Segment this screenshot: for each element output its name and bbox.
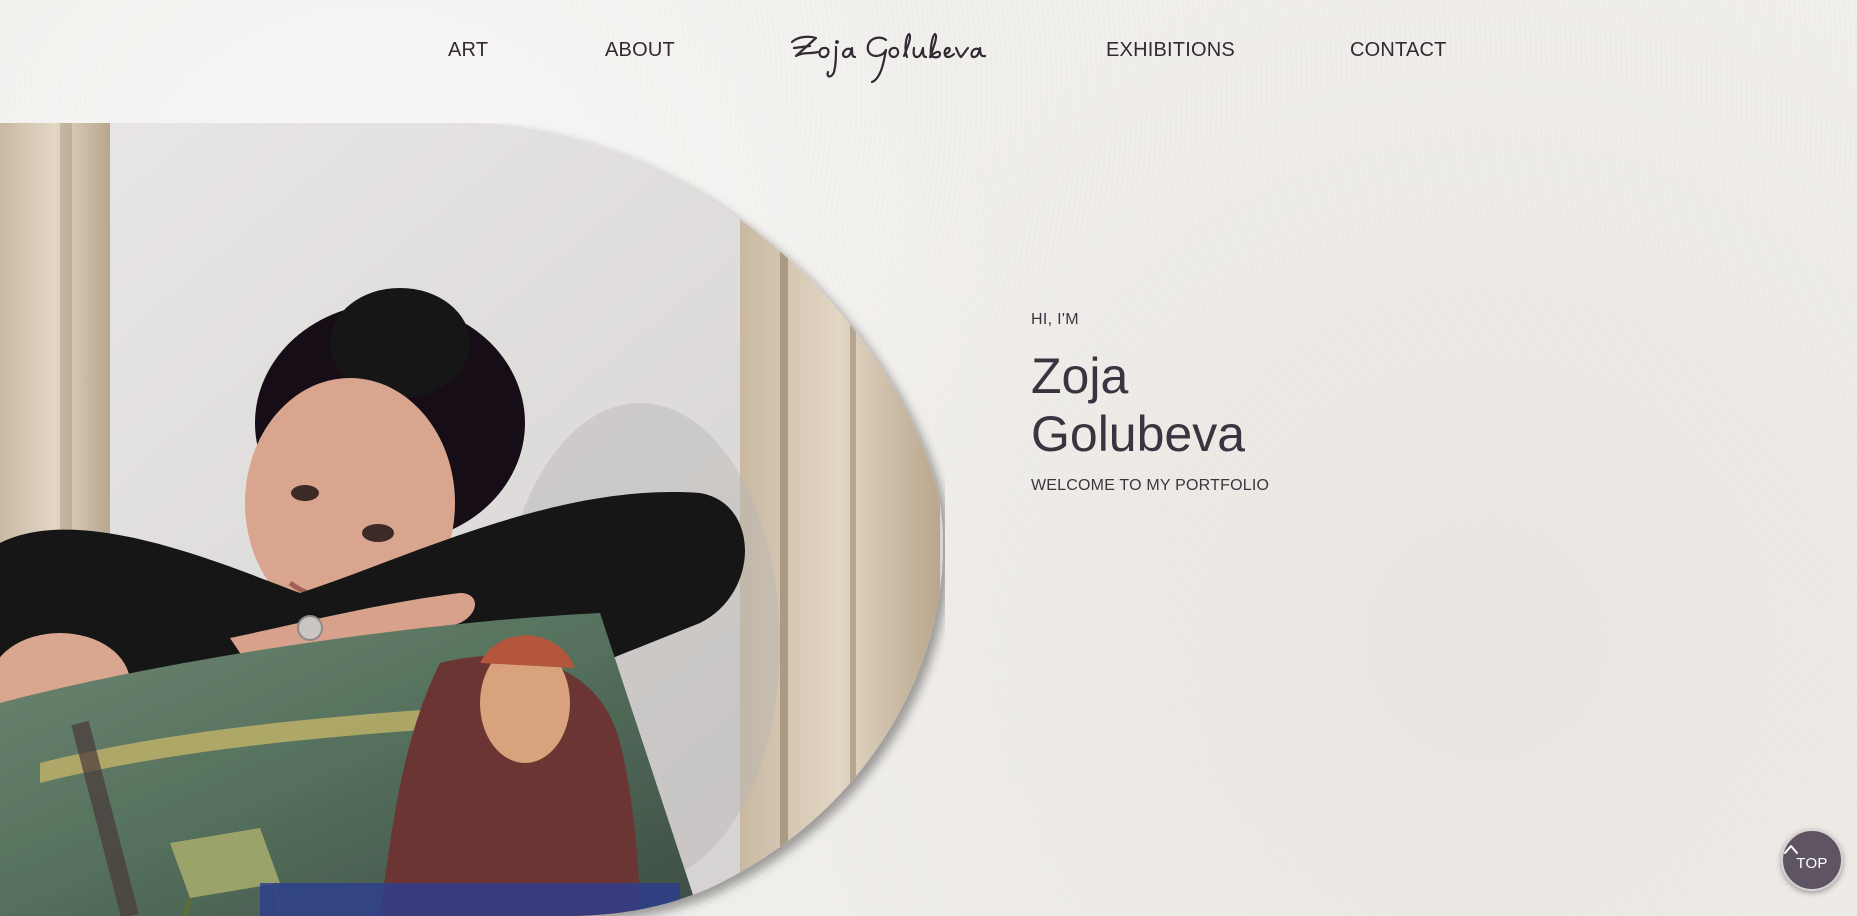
- site-logo[interactable]: [788, 28, 988, 90]
- main-nav: ART ABOUT EXHIBITIONS CONTACT: [0, 0, 1857, 100]
- nav-exhibitions-link[interactable]: EXHIBITIONS: [1106, 39, 1235, 62]
- scroll-to-top-button[interactable]: TOP: [1781, 829, 1843, 891]
- artist-name: Zoja Golubeva: [1031, 347, 1431, 463]
- artist-first-name: Zoja: [1031, 348, 1129, 404]
- chevron-up-icon: [1784, 845, 1798, 854]
- welcome-subtitle: WELCOME TO MY PORTFOLIO: [1031, 477, 1270, 494]
- signature-logo: [790, 32, 987, 84]
- artist-last-name: Golubeva: [1031, 406, 1246, 462]
- nav-about-link[interactable]: ABOUT: [605, 39, 675, 62]
- greeting-text: HI, I'M: [1031, 311, 1079, 328]
- top-button-label: TOP: [1796, 855, 1828, 872]
- artist-portrait-photo: [0, 123, 945, 916]
- nav-contact-link[interactable]: CONTACT: [1350, 39, 1447, 62]
- hero-intro: HI, I'M Zoja Golubeva WELCOME TO MY PORT…: [1031, 311, 1431, 495]
- nav-art-link[interactable]: ART: [448, 39, 488, 62]
